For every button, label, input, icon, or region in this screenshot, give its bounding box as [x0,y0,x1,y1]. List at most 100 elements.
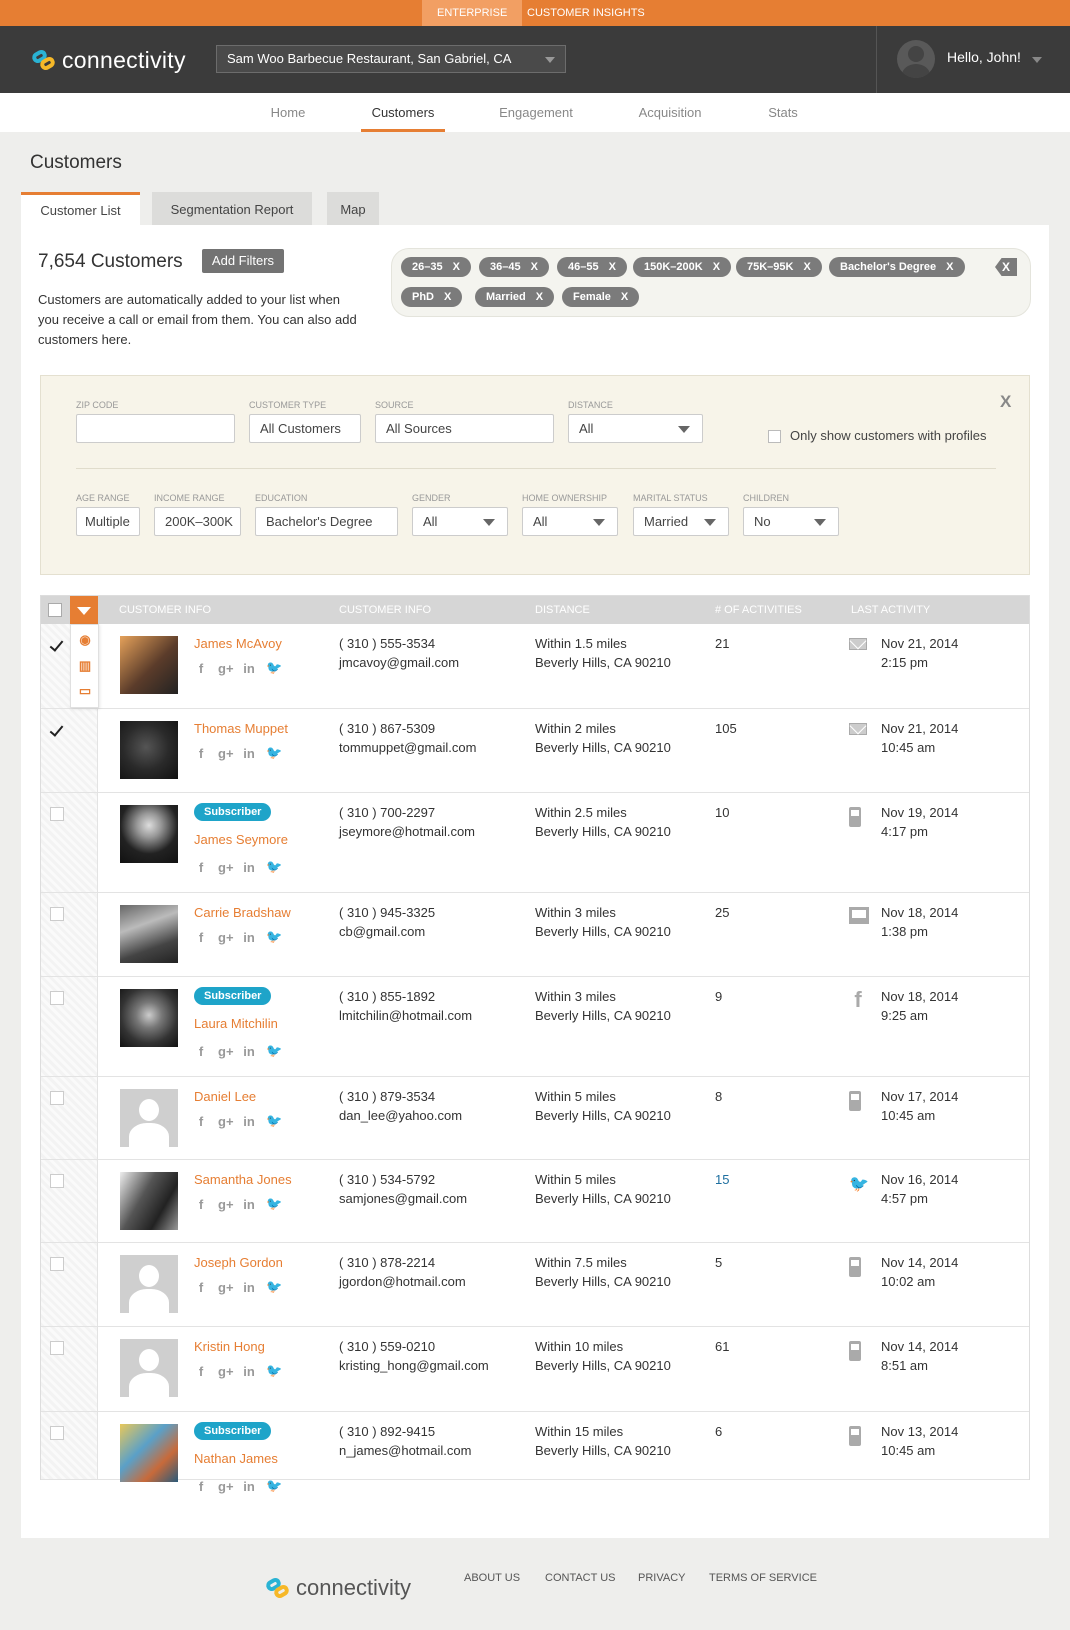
table-row[interactable]: Samantha Jones f g+ in 🐦 ( 310 ) 534-5792 samj… [41,1160,1029,1243]
customer-name[interactable]: James Seymore [194,832,288,847]
tab-customer-list[interactable]: Customer List [21,192,140,225]
row-checkbox[interactable] [50,1257,64,1271]
twitter-icon[interactable]: 🐦 [266,1363,282,1379]
twitter-icon[interactable]: 🐦 [266,1279,282,1295]
twitter-icon[interactable]: 🐦 [266,1113,282,1129]
customer-email[interactable]: samjones@gmail.com [339,1191,467,1206]
customer-name[interactable]: Carrie Bradshaw [194,905,291,920]
source-select[interactable]: All Sources [375,414,554,443]
google-plus-icon[interactable]: g+ [218,746,234,761]
linkedin-icon[interactable]: in [242,1479,256,1494]
customer-name[interactable]: Kristin Hong [194,1339,265,1354]
close-icon[interactable]: X [453,261,460,273]
filter-chip[interactable]: 46–55 X [557,257,627,277]
nav-acquisition[interactable]: Acquisition [626,93,714,132]
close-icon[interactable]: X [444,291,451,303]
filter-chip[interactable]: Female X [562,287,640,307]
customer-name[interactable]: Laura Mitchilin [194,1016,278,1031]
twitter-icon[interactable]: 🐦 [266,1478,282,1494]
income-select[interactable]: 200K–300K [154,507,241,536]
close-icon[interactable]: X [713,261,720,273]
close-icon[interactable]: X [531,261,538,273]
linkedin-icon[interactable]: in [242,1280,256,1295]
filter-chip[interactable]: 36–45 X [479,257,549,277]
folder-icon[interactable]: ▭ [78,684,92,698]
close-icon[interactable]: X [803,261,810,273]
facebook-icon[interactable]: f [194,1114,208,1129]
age-select[interactable]: Multiple [76,507,140,536]
logo[interactable]: connectivity [30,45,186,75]
row-checkbox[interactable] [50,907,64,921]
customer-email[interactable]: n_james@hotmail.com [339,1443,471,1458]
google-plus-icon[interactable]: g+ [218,1114,234,1129]
linkedin-icon[interactable]: in [242,1364,256,1379]
customer-name[interactable]: Joseph Gordon [194,1255,283,1270]
nav-home[interactable]: Home [258,93,318,132]
close-icon[interactable]: X [536,291,543,303]
google-plus-icon[interactable]: g+ [218,930,234,945]
footer-link-privacy[interactable]: PRIVACY [638,1572,685,1584]
select-all-checkbox[interactable] [48,603,62,617]
row-checkbox[interactable] [50,1174,64,1188]
google-plus-icon[interactable]: g+ [218,860,234,875]
customer-name[interactable]: Thomas Muppet [194,721,288,736]
filter-chip[interactable]: 150K–200K X [633,257,732,277]
education-select[interactable]: Bachelor's Degree [255,507,398,536]
table-row[interactable]: Kristin Hong f g+ in 🐦 ( 310 ) 559-0210 kristi… [41,1327,1029,1412]
gender-select[interactable]: All [412,507,508,536]
customer-email[interactable]: tommuppet@gmail.com [339,740,476,755]
filter-chip[interactable]: 75K–95K X [736,257,822,277]
customer-name[interactable]: Samantha Jones [194,1172,292,1187]
user-menu[interactable]: Hello, John! [876,26,1070,93]
footer-link-terms[interactable]: TERMS OF SERVICE [709,1572,817,1584]
add-filters-button[interactable]: Add Filters [202,249,284,273]
nav-customers[interactable]: Customers [361,93,445,132]
customer-type-select[interactable]: All Customers [249,414,361,443]
filter-chip[interactable]: PhD X [401,287,463,307]
facebook-icon[interactable]: f [194,1044,208,1059]
linkedin-icon[interactable]: in [242,930,256,945]
table-row[interactable]: Subscriber James Seymore f g+ in 🐦 ( 310 ) 700… [41,793,1029,893]
google-plus-icon[interactable]: g+ [218,1197,234,1212]
google-plus-icon[interactable]: g+ [218,1044,234,1059]
customer-email[interactable]: cb@gmail.com [339,924,425,939]
marital-status-select[interactable]: Married [633,507,729,536]
table-row[interactable]: Subscriber Nathan James f g+ in 🐦 ( 310 ) 892-… [41,1412,1029,1494]
footer-link-about[interactable]: ABOUT US [464,1572,520,1584]
row-checkbox[interactable] [50,638,64,652]
bulk-actions-button[interactable] [70,596,98,624]
linkedin-icon[interactable]: in [242,1197,256,1212]
customer-email[interactable]: jmcavoy@gmail.com [339,655,459,670]
row-checkbox[interactable] [50,1341,64,1355]
twitter-icon[interactable]: 🐦 [266,1196,282,1212]
nav-engagement[interactable]: Engagement [490,93,582,132]
google-plus-icon[interactable]: g+ [218,661,234,676]
customer-name[interactable]: James McAvoy [194,636,282,651]
location-select[interactable]: Sam Woo Barbecue Restaurant, San Gabriel… [216,45,566,73]
table-row[interactable]: James McAvoy f g+ in 🐦 ( 310 ) 555-3534 jmcavo… [41,624,1029,709]
zip-input[interactable] [76,414,235,443]
distance-select[interactable]: All [568,414,703,443]
customer-name[interactable]: Nathan James [194,1451,278,1466]
children-select[interactable]: No [743,507,839,536]
trash-icon[interactable]: ▥ [78,659,92,673]
facebook-icon[interactable]: f [194,930,208,945]
google-plus-icon[interactable]: g+ [218,1364,234,1379]
row-checkbox[interactable] [50,991,64,1005]
facebook-icon[interactable]: f [194,746,208,761]
row-checkbox[interactable] [50,1091,64,1105]
eye-icon[interactable]: ◉ [78,633,92,647]
close-filters-button[interactable]: X [1000,392,1011,412]
customer-insights-link[interactable]: CUSTOMER INSIGHTS [512,0,660,26]
nav-stats[interactable]: Stats [760,93,806,132]
facebook-icon[interactable]: f [194,860,208,875]
close-icon[interactable]: X [609,261,616,273]
tab-segmentation-report[interactable]: Segmentation Report [152,192,312,225]
linkedin-icon[interactable]: in [242,661,256,676]
linkedin-icon[interactable]: in [242,860,256,875]
google-plus-icon[interactable]: g+ [218,1280,234,1295]
tab-map[interactable]: Map [327,192,379,225]
enterprise-link[interactable]: ENTERPRISE [422,0,523,26]
clear-filters-button[interactable]: X [995,258,1017,276]
row-checkbox[interactable] [50,723,64,737]
